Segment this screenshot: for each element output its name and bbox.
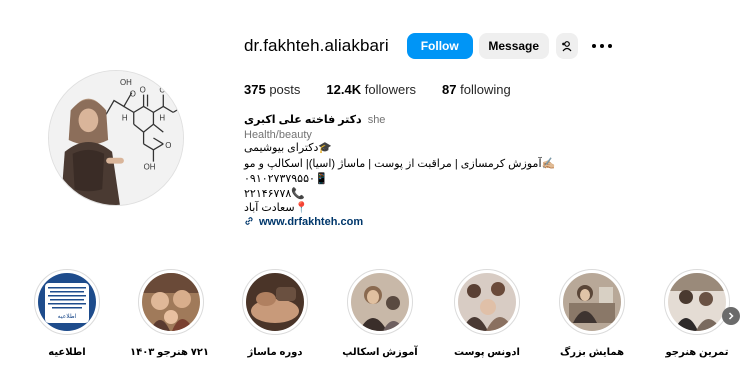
avatar-image: OH O H H O O OH O	[49, 71, 183, 205]
name-row: دکتر فاخته علی اکبری she	[244, 113, 385, 126]
highlight-cover: اطلاعیه	[38, 273, 96, 331]
highlight-cover	[142, 273, 200, 331]
category-label: Health/beauty	[244, 129, 312, 141]
posts-count: 375 posts	[244, 82, 300, 97]
follow-button[interactable]: Follow	[406, 33, 473, 59]
svg-text:O: O	[130, 90, 136, 99]
bio-line-degree: 🎓دکترای بیوشیمی	[244, 142, 333, 154]
svg-text:O: O	[140, 86, 146, 95]
svg-text:H: H	[159, 113, 165, 122]
bio-line-services: ✍🏼آموزش کرمسازی | مراقبت از پوست | ماساژ…	[244, 158, 556, 170]
highlight-label: اطلاعیه	[48, 347, 86, 358]
highlight-ring	[242, 269, 308, 335]
highlight-ring: اطلاعیه	[34, 269, 100, 335]
following-link[interactable]: 87 following	[442, 82, 511, 97]
profile-username: dr.fakhteh.aliakbari	[244, 36, 389, 55]
highlight-label: همایش بزرگ	[559, 347, 625, 358]
highlight-advanced-skin[interactable]: ادونس پوست	[449, 269, 525, 358]
chevron-right-icon	[728, 312, 734, 320]
more-options-icon[interactable]	[591, 36, 612, 56]
highlight-massage-course[interactable]: دوره ماساژ	[237, 269, 313, 358]
highlight-ring	[559, 269, 625, 335]
highlight-scalp-training[interactable]: آموزش اسکالپ	[342, 269, 418, 358]
followers-label: followers	[364, 82, 417, 97]
message-button[interactable]: Message	[478, 33, 549, 59]
bio-line-phone: ۲۲۱۴۶۷۷۸📞	[244, 188, 305, 200]
suggested-users-button[interactable]	[555, 33, 578, 59]
highlight-label: تمرین هنرجو	[665, 347, 729, 358]
profile-header: dr.fakhteh.aliakbari Follow Message	[244, 32, 612, 60]
highlight-ring	[347, 269, 413, 335]
highlight-cover	[668, 273, 726, 331]
svg-text:O: O	[165, 141, 171, 150]
highlight-label: دوره ماساژ	[247, 347, 303, 358]
highlight-label: ۷۲۱ هنرجو ۱۴۰۳	[129, 347, 209, 358]
highlight-cover	[246, 273, 304, 331]
posts-number: 375	[244, 82, 266, 97]
svg-text:اطلاعیه: اطلاعیه	[58, 313, 77, 320]
svg-text:O: O	[159, 86, 165, 95]
posts-label: posts	[269, 82, 301, 97]
profile-stats: 375 posts 12.4K followers 87 following	[244, 82, 537, 97]
highlight-label: ادونس پوست	[454, 347, 520, 358]
add-person-icon	[561, 41, 572, 52]
highlight-label: آموزش اسکالپ	[342, 347, 418, 358]
followers-number: 12.4K	[326, 82, 362, 97]
highlight-cover	[458, 273, 516, 331]
bio-line-mobile: ۰۹۱۰۲۷۳۷۹۵۵۰📱	[244, 173, 329, 185]
svg-text:OH: OH	[144, 163, 156, 172]
svg-text:H: H	[122, 113, 128, 122]
followers-link[interactable]: 12.4K followers	[326, 82, 416, 97]
link-icon	[245, 217, 253, 225]
svg-text:OH: OH	[120, 78, 132, 87]
following-number: 87	[442, 82, 457, 97]
following-label: following	[460, 82, 511, 97]
highlight-ring	[664, 269, 730, 335]
website-text: www.drfakhteh.com	[259, 216, 364, 228]
highlight-students-1403[interactable]: ۷۲۱ هنرجو ۱۴۰۳	[129, 269, 209, 358]
full-name: دکتر فاخته علی اکبری	[244, 114, 362, 126]
website-link[interactable]: www.drfakhteh.com	[244, 216, 363, 228]
highlight-cover	[563, 273, 621, 331]
bio-line-location: 📍سعادت آباد	[244, 202, 309, 214]
highlights-next-button[interactable]	[722, 307, 740, 325]
highlight-cover	[351, 273, 409, 331]
profile-avatar[interactable]: OH O H H O O OH O	[48, 70, 184, 206]
highlight-ring	[138, 269, 204, 335]
pronoun: she	[367, 114, 386, 126]
highlight-big-conference[interactable]: همایش بزرگ	[554, 269, 630, 358]
highlight-ring	[454, 269, 520, 335]
highlight-notice[interactable]: اطلاعیه اطلاعیه	[29, 269, 105, 358]
